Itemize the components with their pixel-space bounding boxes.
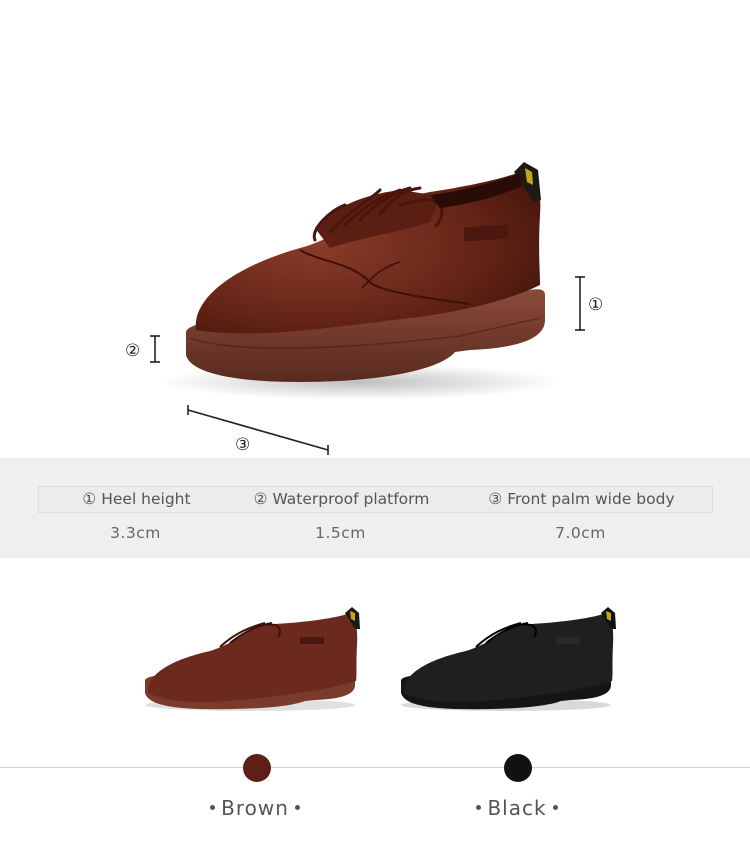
black-color-label[interactable]: Black xyxy=(442,796,592,820)
bullet-dot xyxy=(210,805,216,810)
heel-height-marker: ① xyxy=(588,295,603,315)
brown-color-swatch[interactable] xyxy=(243,754,271,782)
variant-divider xyxy=(0,767,750,768)
spec-header-row: ① Heel height ② Waterproof platform ③ Fr… xyxy=(38,486,713,513)
brown-color-text: Brown xyxy=(221,796,289,820)
black-color-swatch[interactable] xyxy=(504,754,532,782)
black-color-text: Black xyxy=(487,796,547,820)
spec-value-front-palm-width: 7.0cm xyxy=(555,524,606,542)
bullet-dot xyxy=(294,805,300,810)
size-spec-band: ① Heel height ② Waterproof platform ③ Fr… xyxy=(0,458,750,558)
spec-label-heel-height: ① Heel height xyxy=(82,490,191,508)
brown-oxford-shoe-illustration: ① ② ③ xyxy=(125,162,603,455)
bullet-dot xyxy=(476,805,482,810)
black-variant-image[interactable] xyxy=(396,605,626,715)
spec-value-waterproof-platform: 1.5cm xyxy=(315,524,366,542)
spec-value-heel-height: 3.3cm xyxy=(110,524,161,542)
front-width-marker: ③ xyxy=(235,435,250,455)
bullet-dot xyxy=(552,805,558,810)
brown-variant-image[interactable] xyxy=(140,605,370,715)
spec-label-waterproof-platform: ② Waterproof platform xyxy=(253,490,430,508)
brown-color-label[interactable]: Brown xyxy=(180,796,330,820)
hero-product-image: ① ② ③ xyxy=(0,0,750,460)
platform-marker: ② xyxy=(125,341,140,361)
spec-label-front-palm-width: ③ Front palm wide body xyxy=(488,490,675,508)
